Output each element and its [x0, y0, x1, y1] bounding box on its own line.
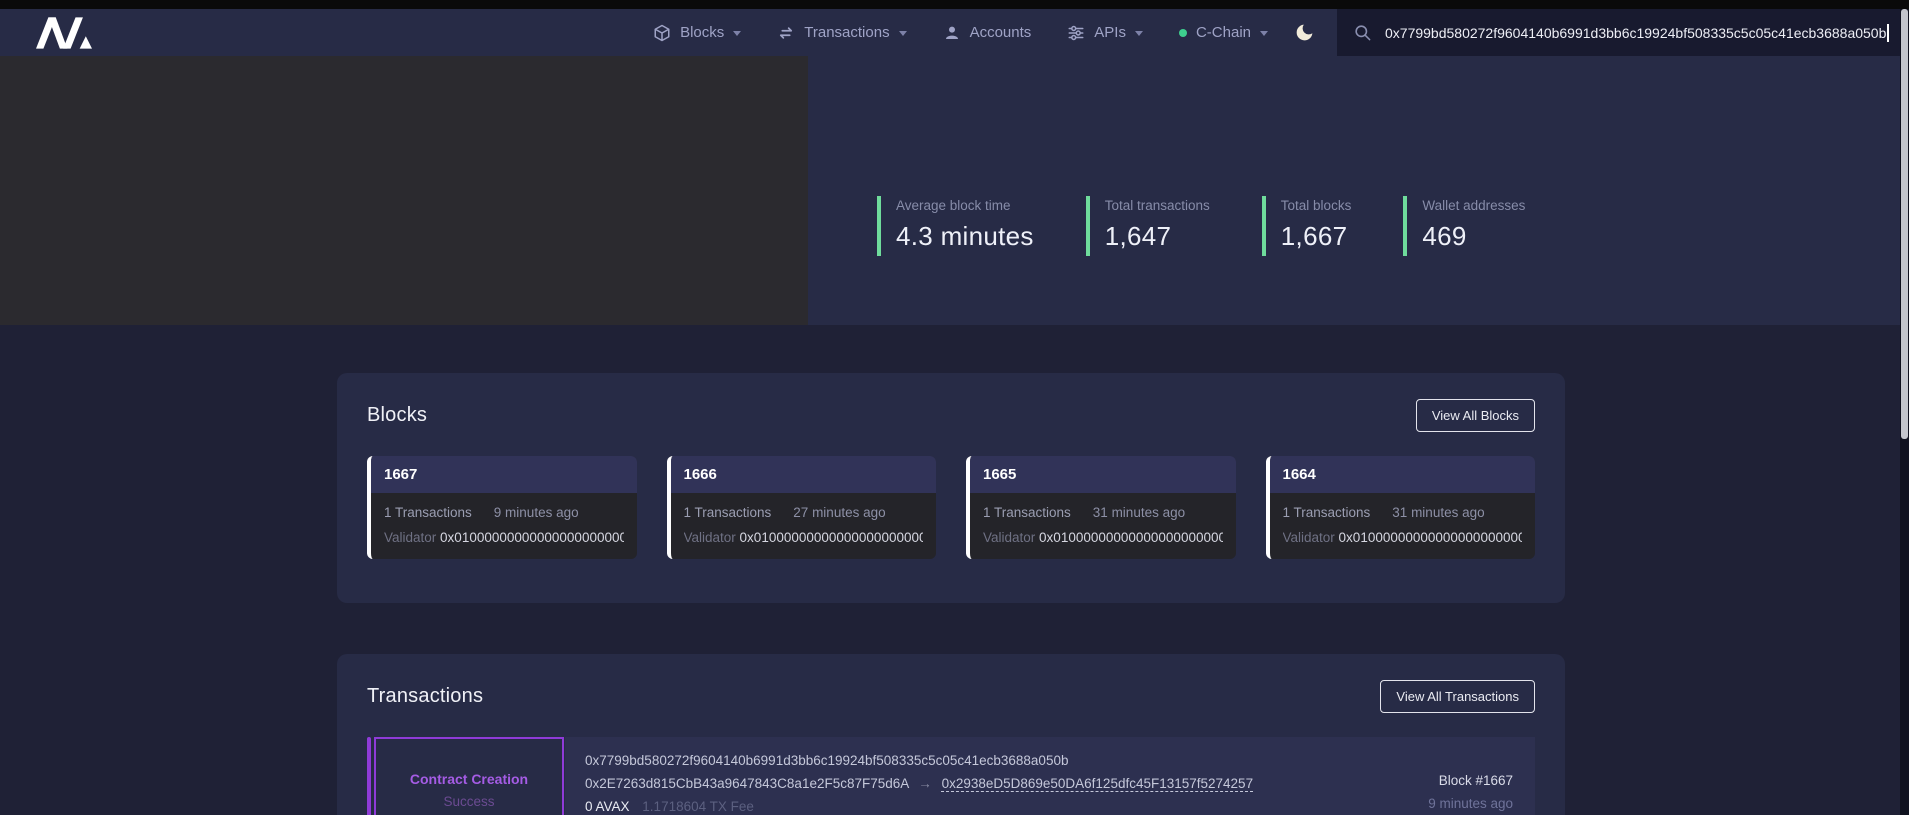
avalanche-logo-icon — [36, 16, 92, 50]
transaction-status: Success — [443, 794, 494, 809]
stat-value: 1,667 — [1281, 221, 1352, 252]
stat-label: Wallet addresses — [1422, 198, 1525, 213]
block-card-body: 1 Transactions 9 minutes ago Validator 0… — [371, 493, 637, 559]
transaction-time-ago: 9 minutes ago — [1428, 792, 1513, 815]
window-top-strip — [0, 0, 1909, 9]
block-card[interactable]: 1667 1 Transactions 9 minutes ago Valida… — [367, 456, 637, 559]
blocks-panel: Blocks View All Blocks 1667 1 Transactio… — [337, 373, 1565, 603]
stat-label: Average block time — [896, 198, 1034, 213]
dark-mode-toggle[interactable] — [1294, 22, 1315, 43]
validator-address: 0x0100000000000000000000000... — [1039, 530, 1222, 545]
nav-item-label: C-Chain — [1196, 24, 1251, 41]
validator-label: Validator — [684, 530, 736, 545]
transaction-details: 0x7799bd580272f9604140b6991d3bb6c19924bf… — [565, 737, 1535, 815]
view-all-transactions-button[interactable]: View All Transactions — [1380, 680, 1535, 713]
block-cards-row: 1667 1 Transactions 9 minutes ago Valida… — [367, 456, 1535, 559]
search-icon — [1353, 23, 1372, 42]
chevron-down-icon — [1135, 31, 1143, 36]
block-card[interactable]: 1665 1 Transactions 31 minutes ago Valid… — [966, 456, 1236, 559]
transaction-to-address[interactable]: 0x2938eD5D869e50DA6f125dfc45F13157f52742… — [942, 776, 1254, 791]
blocks-panel-header: Blocks View All Blocks — [367, 399, 1535, 432]
moon-icon — [1294, 22, 1315, 43]
search-field[interactable]: 0x7799bd580272f9604140b6991d3bb6c19924bf… — [1337, 9, 1909, 56]
block-tx-count: 1 Transactions — [1283, 505, 1371, 520]
view-all-blocks-button[interactable]: View All Blocks — [1416, 399, 1535, 432]
validator-label: Validator — [983, 530, 1035, 545]
nav-item-label: Transactions — [804, 24, 889, 41]
sliders-icon — [1067, 24, 1085, 42]
transaction-hash: 0x7799bd580272f9604140b6991d3bb6c19924bf… — [585, 749, 1515, 772]
stat-wallet-addresses: Wallet addresses 469 — [1403, 196, 1525, 256]
transaction-row[interactable]: Contract Creation Success 0x7799bd580272… — [367, 737, 1535, 815]
hero-empty-area — [0, 56, 808, 325]
transactions-section-title: Transactions — [367, 685, 483, 708]
transaction-accent-bar — [367, 737, 371, 815]
text-caret — [1887, 24, 1889, 42]
chain-status-dot — [1179, 29, 1187, 37]
hero-stats-panel: Average block time 4.3 minutes Total tra… — [808, 56, 1909, 325]
block-number: 1666 — [671, 456, 937, 493]
nav-item-blocks[interactable]: Blocks — [653, 24, 741, 42]
transactions-panel-header: Transactions View All Transactions — [367, 680, 1535, 713]
transaction-type-badge: Contract Creation Success — [374, 737, 564, 815]
stats-row: Average block time 4.3 minutes Total tra… — [877, 196, 1525, 256]
validator-address: 0x0100000000000000000000000... — [1339, 530, 1522, 545]
nav-item-label: APIs — [1094, 24, 1126, 41]
main-nav: Blocks Transactions Accounts APIs — [653, 24, 1268, 42]
stat-value: 1,647 — [1105, 221, 1210, 252]
transaction-from-address: 0x2E7263d815CbB43a9647843C8a1e2F5c87F75d… — [585, 776, 909, 791]
validator-label: Validator — [384, 530, 436, 545]
transactions-panel: Transactions View All Transactions Contr… — [337, 654, 1565, 815]
transaction-type: Contract Creation — [410, 771, 528, 787]
block-time-ago: 31 minutes ago — [1392, 505, 1484, 520]
cube-icon — [653, 24, 671, 42]
block-tx-count: 1 Transactions — [684, 505, 772, 520]
chevron-down-icon — [1260, 31, 1268, 36]
block-card[interactable]: 1666 1 Transactions 27 minutes ago Valid… — [667, 456, 937, 559]
transfer-icon — [777, 24, 795, 42]
stat-total-blocks: Total blocks 1,667 — [1262, 196, 1352, 256]
block-number: 1664 — [1270, 456, 1536, 493]
blocks-section-title: Blocks — [367, 404, 427, 427]
nav-item-transactions[interactable]: Transactions — [777, 24, 906, 42]
page-scrollbar[interactable] — [1900, 9, 1909, 815]
validator-address: 0x0100000000000000000000000... — [740, 530, 923, 545]
stat-average-block-time: Average block time 4.3 minutes — [877, 196, 1034, 256]
nav-item-accounts[interactable]: Accounts — [943, 24, 1032, 42]
stat-value: 4.3 minutes — [896, 221, 1034, 252]
nav-item-chain-selector[interactable]: C-Chain — [1179, 24, 1268, 41]
nav-item-apis[interactable]: APIs — [1067, 24, 1143, 42]
avalanche-logo[interactable] — [36, 16, 92, 50]
nav-item-label: Blocks — [680, 24, 724, 41]
search-input-value: 0x7799bd580272f9604140b6991d3bb6c19924bf… — [1385, 25, 1886, 41]
navbar: Blocks Transactions Accounts APIs — [0, 9, 1909, 56]
person-icon — [943, 24, 961, 42]
block-time-ago: 9 minutes ago — [494, 505, 579, 520]
transaction-block-ref: Block #1667 — [1428, 769, 1513, 792]
stat-label: Total blocks — [1281, 198, 1352, 213]
validator-label: Validator — [1283, 530, 1335, 545]
block-tx-count: 1 Transactions — [983, 505, 1071, 520]
block-card-body: 1 Transactions 31 minutes ago Validator … — [970, 493, 1236, 559]
block-time-ago: 27 minutes ago — [793, 505, 885, 520]
arrow-right-icon: → — [918, 776, 932, 791]
nav-item-label: Accounts — [970, 24, 1032, 41]
block-number: 1667 — [371, 456, 637, 493]
scrollbar-thumb[interactable] — [1901, 9, 1908, 439]
stat-label: Total transactions — [1105, 198, 1210, 213]
transaction-amount: 0 AVAX — [585, 799, 630, 814]
block-number: 1665 — [970, 456, 1236, 493]
block-card-body: 1 Transactions 31 minutes ago Validator … — [1270, 493, 1536, 559]
block-card-body: 1 Transactions 27 minutes ago Validator … — [671, 493, 937, 559]
chevron-down-icon — [899, 31, 907, 36]
stat-value: 469 — [1422, 221, 1525, 252]
block-time-ago: 31 minutes ago — [1093, 505, 1185, 520]
block-tx-count: 1 Transactions — [384, 505, 472, 520]
stat-total-transactions: Total transactions 1,647 — [1086, 196, 1210, 256]
block-card[interactable]: 1664 1 Transactions 31 minutes ago Valid… — [1266, 456, 1536, 559]
transaction-fee: 1.1718604 TX Fee — [642, 799, 754, 814]
chevron-down-icon — [733, 31, 741, 36]
validator-address: 0x0100000000000000000000000... — [440, 530, 623, 545]
transaction-block-info: Block #1667 9 minutes ago — [1428, 769, 1513, 815]
